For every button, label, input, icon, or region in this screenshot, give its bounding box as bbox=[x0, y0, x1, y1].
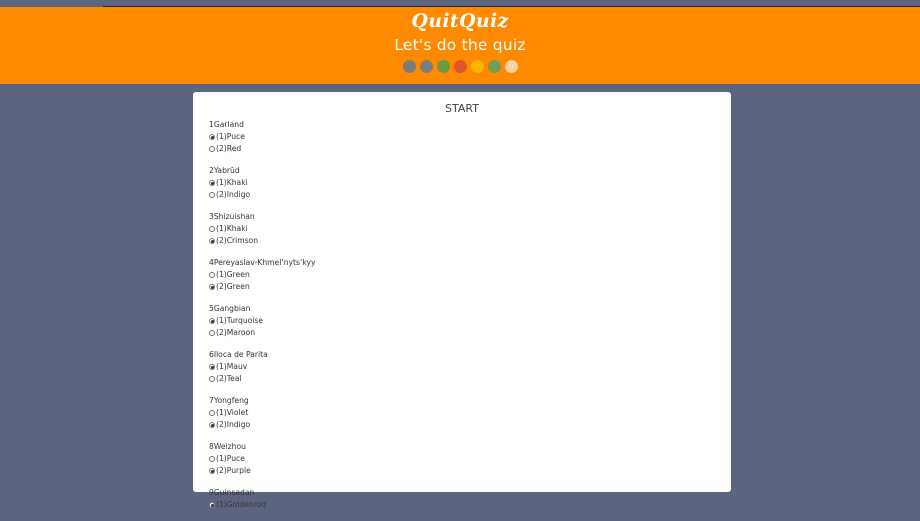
question-item: 2Yabrūd (1)Khaki (2)Indigo bbox=[209, 165, 316, 201]
answer-option-label: (2)Purple bbox=[216, 466, 251, 475]
answer-option[interactable]: (1)Green bbox=[209, 269, 316, 281]
progress-dot bbox=[504, 60, 518, 73]
start-label[interactable]: START bbox=[193, 102, 731, 115]
radio-button[interactable] bbox=[209, 422, 215, 428]
radio-button[interactable] bbox=[209, 180, 215, 186]
radio-button[interactable] bbox=[209, 146, 215, 152]
answer-option-label: (1)Mauv bbox=[216, 362, 248, 371]
answer-option[interactable]: (2)Green bbox=[209, 281, 316, 293]
answer-option[interactable]: (2)Crimson bbox=[209, 235, 316, 247]
question-title: 9Guinsadan bbox=[209, 488, 255, 497]
question-title: 3Shizuishan bbox=[209, 212, 255, 221]
radio-button[interactable] bbox=[209, 238, 215, 244]
radio-button[interactable] bbox=[209, 134, 215, 140]
question-item: 8Weizhou (1)Puce (2)Purple bbox=[209, 441, 316, 477]
answer-option-label: (1)Khaki bbox=[216, 178, 248, 187]
app-header: QuitQuiz Let's do the quiz bbox=[0, 7, 920, 84]
answer-option-label: (2)Maroon bbox=[216, 328, 256, 337]
radio-button[interactable] bbox=[209, 456, 215, 462]
answer-option-label: (1)Puce bbox=[216, 132, 245, 141]
answer-option[interactable]: (1)Goldenrod bbox=[209, 499, 316, 511]
progress-dots bbox=[0, 60, 920, 73]
answer-option[interactable]: (1)Violet bbox=[209, 407, 316, 419]
page-subtitle: Let's do the quiz bbox=[394, 36, 526, 54]
answer-option-label: (1)Khaki bbox=[216, 224, 248, 233]
radio-button[interactable] bbox=[209, 410, 215, 416]
progress-dot bbox=[436, 60, 450, 73]
answer-option[interactable]: (1)Mauv bbox=[209, 361, 316, 373]
progress-dot bbox=[402, 60, 416, 73]
answer-option-label: (2)Crimson bbox=[216, 236, 259, 245]
question-title: 1Garland bbox=[209, 120, 244, 129]
answer-option[interactable]: (2)Teal bbox=[209, 373, 316, 385]
question-item: 5Gangbian (1)Turquoise (2)Maroon bbox=[209, 303, 316, 339]
progress-dot bbox=[487, 60, 501, 73]
answer-option[interactable]: (2)Red bbox=[209, 143, 316, 155]
question-list: 1Garland (1)Puce (2)Red 2Yabrūd (1)Khaki (2)I… bbox=[209, 119, 316, 521]
answer-option[interactable]: (2)Maroon bbox=[209, 327, 316, 339]
answer-option-label: (2)Red bbox=[216, 144, 242, 153]
answer-option[interactable]: (2)Purple bbox=[209, 465, 316, 477]
progress-dot bbox=[470, 60, 484, 73]
radio-button[interactable] bbox=[209, 318, 215, 324]
question-item: 9Guinsadan (1)Goldenrod bbox=[209, 487, 316, 511]
answer-option-label: (2)Indigo bbox=[216, 190, 251, 199]
question-title: 7Yongfeng bbox=[209, 396, 249, 405]
answer-option[interactable]: (2)Indigo bbox=[209, 189, 316, 201]
progress-dot bbox=[419, 60, 433, 73]
answer-option[interactable]: (1)Puce bbox=[209, 453, 316, 465]
question-title: 2Yabrūd bbox=[209, 166, 240, 175]
radio-button[interactable] bbox=[209, 364, 215, 370]
answer-option-label: (2)Indigo bbox=[216, 420, 251, 429]
answer-option-label: (1)Goldenrod bbox=[216, 500, 267, 509]
question-title: 4Pereyaslav-Khmel’nyts’kyy bbox=[209, 258, 316, 267]
answer-option-label: (1)Puce bbox=[216, 454, 245, 463]
answer-option[interactable]: (2)Indigo bbox=[209, 419, 316, 431]
answer-option-label: (2)Green bbox=[216, 282, 250, 291]
answer-option-label: (1)Turquoise bbox=[216, 316, 264, 325]
radio-button[interactable] bbox=[209, 376, 215, 382]
radio-button[interactable] bbox=[209, 330, 215, 336]
radio-button[interactable] bbox=[209, 192, 215, 198]
question-item: 3Shizuishan (1)Khaki (2)Crimson bbox=[209, 211, 316, 247]
question-item: 7Yongfeng (1)Violet (2)Indigo bbox=[209, 395, 316, 431]
question-item: 4Pereyaslav-Khmel’nyts’kyy (1)Green (2)Gre… bbox=[209, 257, 316, 293]
answer-option[interactable]: (1)Puce bbox=[209, 131, 316, 143]
question-item: 1Garland (1)Puce (2)Red bbox=[209, 119, 316, 155]
answer-option-label: (2)Teal bbox=[216, 374, 242, 383]
answer-option[interactable]: (1)Turquoise bbox=[209, 315, 316, 327]
progress-dot bbox=[453, 60, 467, 73]
question-item: 6Iloca de Parita (1)Mauv (2)Teal bbox=[209, 349, 316, 385]
answer-option-label: (1)Violet bbox=[216, 408, 249, 417]
question-title: 5Gangbian bbox=[209, 304, 251, 313]
radio-button[interactable] bbox=[209, 272, 215, 278]
quiz-card: START 1Garland (1)Puce (2)Red 2Yabrūd (1)Kha… bbox=[193, 92, 731, 509]
app-logo: QuitQuiz bbox=[411, 10, 509, 32]
answer-option[interactable]: (1)Khaki bbox=[209, 223, 316, 235]
answer-option[interactable]: (1)Khaki bbox=[209, 177, 316, 189]
answer-option-label: (1)Green bbox=[216, 270, 250, 279]
radio-button[interactable] bbox=[209, 226, 215, 232]
question-title: 6Iloca de Parita bbox=[209, 350, 268, 359]
radio-button[interactable] bbox=[209, 502, 215, 508]
radio-button[interactable] bbox=[209, 468, 215, 474]
question-title: 8Weizhou bbox=[209, 442, 246, 451]
radio-button[interactable] bbox=[209, 284, 215, 290]
